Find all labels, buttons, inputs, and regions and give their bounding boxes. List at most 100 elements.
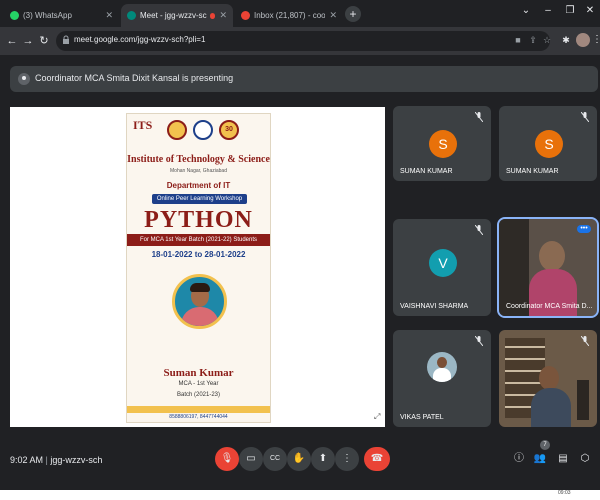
people-button[interactable]: 👥 xyxy=(531,450,549,468)
tab-search-icon[interactable]: ⌄ xyxy=(518,5,534,16)
avatar: S xyxy=(429,130,457,158)
meeting-info: 9:02 AM | jgg-wzzv-sch xyxy=(10,455,103,465)
gmail-icon xyxy=(241,11,250,20)
camera-icon: ▭ xyxy=(246,453,256,464)
mic-off-icon xyxy=(475,112,483,122)
extensions-icon[interactable]: ✱ xyxy=(560,34,572,46)
participant-tile[interactable]: S SUMAN KUMAR xyxy=(393,106,491,181)
institute-name: Institute of Technology & Science xyxy=(127,154,270,165)
chat-icon: ▤ xyxy=(558,453,568,464)
avatar: V xyxy=(429,249,457,277)
star-icon[interactable]: ☆ xyxy=(541,34,553,46)
mic-toggle-button[interactable]: 🎙 xyxy=(215,447,239,471)
tab-title: Meet - jgg-wzzv-sch xyxy=(140,11,207,20)
shared-slide: ITS 30 Institute of Technology & Science… xyxy=(126,113,271,423)
participant-name: Coordinator MCA Smita D... xyxy=(506,303,593,310)
person-body xyxy=(531,388,571,427)
info-icon: ⓘ xyxy=(514,453,524,464)
url-text[interactable]: meet.google.com/jgg-wzzv-sch?pli=1 xyxy=(74,35,205,44)
speaker-course: MCA - 1st Year xyxy=(178,381,219,387)
photo-hair xyxy=(190,283,210,292)
participant-name: VAISHNAVI SHARMA xyxy=(400,303,469,310)
workshop-dates: 18-01-2022 to 28-01-2022 xyxy=(151,250,246,259)
camera-toggle-button[interactable]: ▭ xyxy=(239,447,263,471)
mic-off-icon xyxy=(581,336,589,346)
whatsapp-icon xyxy=(10,11,19,20)
window-close-icon[interactable]: ✕ xyxy=(582,5,598,16)
activities-button[interactable]: ⬡ xyxy=(576,450,594,468)
camera-status-icon[interactable]: ■ xyxy=(512,34,524,46)
contact-phone: 8588806197, 8447744044 xyxy=(169,414,228,420)
meeting-code: jgg-wzzv-sch xyxy=(50,455,103,465)
more-options-icon: ⋮ xyxy=(342,453,352,464)
tab-whatsapp[interactable]: (3) WhatsApp ✕ xyxy=(4,4,119,27)
present-button[interactable]: ⬆ xyxy=(311,447,335,471)
university-emblem xyxy=(193,120,213,140)
mic-off-icon xyxy=(581,112,589,122)
more-options-button[interactable]: ⋮ xyxy=(335,447,359,471)
speaker-batch: Batch (2021-23) xyxy=(176,392,221,398)
back-icon[interactable]: ← xyxy=(4,33,20,49)
expand-icon[interactable]: ⤢ xyxy=(374,412,380,422)
institute-location: Mohan Nagar, Ghaziabad xyxy=(170,168,227,174)
captions-icon: CC xyxy=(269,455,281,462)
avatar: S xyxy=(535,130,563,158)
present-icon: ⬆ xyxy=(318,453,328,464)
forward-icon[interactable]: → xyxy=(20,33,36,49)
participant-tile[interactable]: V VAISHNAVI SHARMA xyxy=(393,219,491,316)
recording-icon xyxy=(209,12,216,19)
people-count-badge: 7 xyxy=(540,440,550,450)
meeting-time: 9:02 AM xyxy=(10,455,44,465)
speaker-photo xyxy=(172,274,227,329)
presenter-face xyxy=(539,241,565,271)
tab-title: Inbox (21,807) - coord.mca@its... xyxy=(254,11,326,20)
new-tab-button[interactable]: + xyxy=(345,6,361,22)
menu-icon[interactable]: ⋮ xyxy=(592,33,600,47)
participant-name: VIKAS PATEL xyxy=(400,414,444,421)
batch-line: For MCA 1st Year Batch (2021-22) Student… xyxy=(127,234,270,246)
photo-body xyxy=(181,307,219,326)
people-icon: 👥 xyxy=(533,453,547,464)
participant-tile-presenter[interactable]: ••• Coordinator MCA Smita D... xyxy=(497,217,599,318)
participant-name: SUMAN KUMAR xyxy=(400,168,453,175)
end-call-button[interactable]: ☎ xyxy=(364,447,390,471)
department: Department of IT xyxy=(166,181,231,190)
chat-button[interactable]: ▤ xyxy=(554,450,572,468)
presenting-text: Coordinator MCA Smita Dixit Kansal is pr… xyxy=(35,73,234,83)
more-icon[interactable]: ••• xyxy=(577,225,591,233)
meet-icon xyxy=(127,11,136,20)
maximize-icon[interactable]: ❐ xyxy=(562,5,578,16)
captions-button[interactable]: CC xyxy=(263,447,287,471)
activities-icon: ⬡ xyxy=(580,453,590,464)
workshop-label: Online Peer Learning Workshop xyxy=(152,194,247,204)
participant-tile[interactable]: VIKAS PATEL xyxy=(393,330,491,427)
slide-footer xyxy=(127,406,270,413)
person-face xyxy=(539,366,559,390)
tab-inbox[interactable]: Inbox (21,807) - coord.mca@its... ✕ xyxy=(235,4,343,27)
close-icon[interactable]: ✕ xyxy=(329,10,337,21)
reload-icon[interactable]: ↻ xyxy=(36,33,52,49)
tab-meet[interactable]: Meet - jgg-wzzv-sch ✕ xyxy=(121,4,233,27)
background-shelf xyxy=(499,219,529,316)
raise-hand-icon: ✋ xyxy=(292,453,306,464)
profile-avatar[interactable] xyxy=(576,33,590,47)
mic-off-icon xyxy=(475,225,483,235)
anniversary-badge: 30 xyxy=(219,120,239,140)
participant-tile[interactable]: S SUMAN KUMAR xyxy=(499,106,597,181)
mic-off-icon xyxy=(475,336,483,346)
close-icon[interactable]: ✕ xyxy=(105,10,113,21)
raise-hand-button[interactable]: ✋ xyxy=(287,447,311,471)
slide-title: PYTHON xyxy=(144,207,253,233)
its-logo: ITS xyxy=(133,118,153,132)
share-icon[interactable]: ⇪ xyxy=(527,34,539,46)
participant-name: SUMAN KUMAR xyxy=(506,168,559,175)
close-icon[interactable]: ✕ xyxy=(219,10,227,21)
minimize-icon[interactable]: – xyxy=(540,5,556,16)
speaker-name: Suman Kumar xyxy=(163,367,234,379)
lock-icon[interactable] xyxy=(62,35,70,45)
participant-tile-video[interactable] xyxy=(499,330,597,427)
mic-off-icon: 🎙 xyxy=(220,453,234,464)
avatar-photo xyxy=(427,352,457,382)
taskbar-clock: 09:03 xyxy=(558,490,571,496)
meeting-details-button[interactable]: ⓘ xyxy=(510,450,528,468)
